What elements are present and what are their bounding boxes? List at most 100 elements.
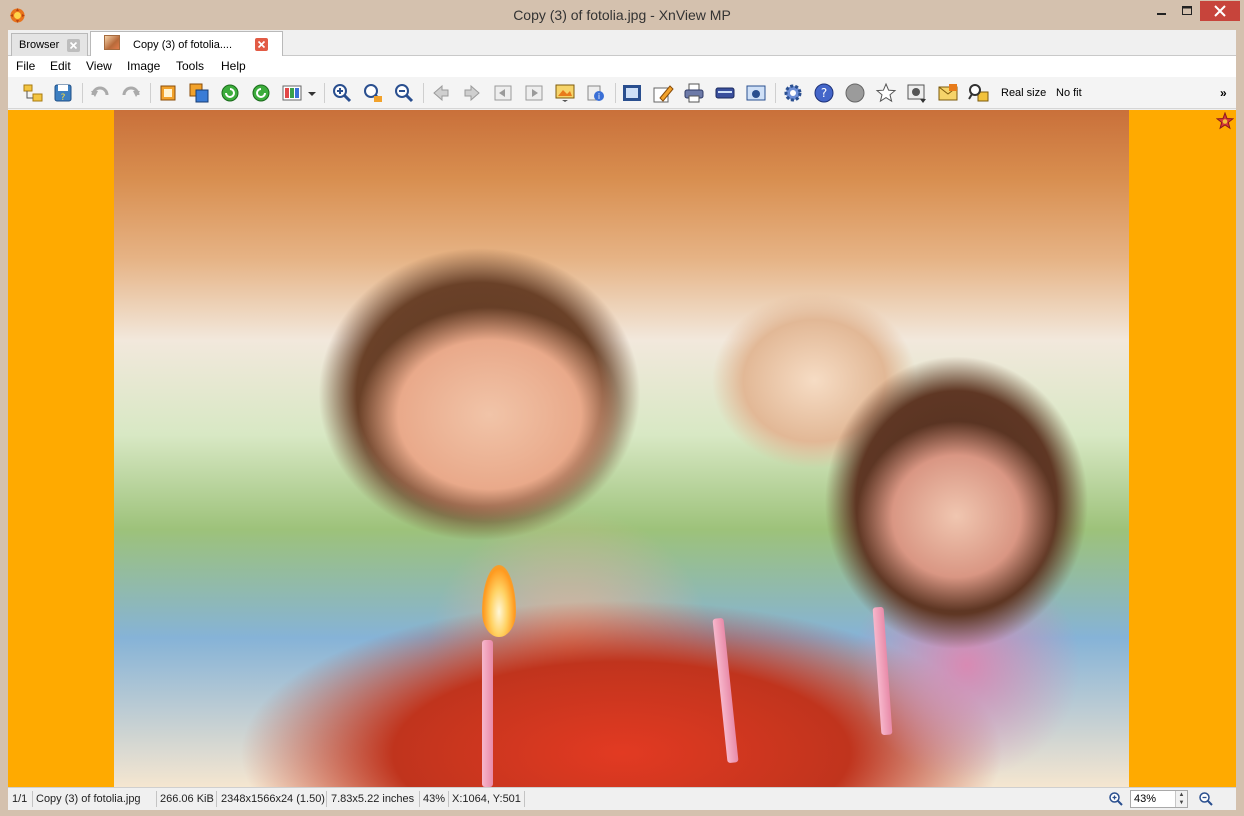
email-icon xyxy=(938,84,958,101)
photo-image[interactable] xyxy=(114,110,1129,787)
settings-button[interactable] xyxy=(782,82,804,104)
tab-browser-label: Browser xyxy=(19,39,60,51)
toolbar-separator xyxy=(82,83,83,103)
camera-icon xyxy=(746,85,766,101)
status-bar: 1/1 Copy (3) of fotolia.jpg 266.06 KiB 2… xyxy=(8,787,1236,810)
menu-help[interactable]: Help xyxy=(221,59,246,73)
help-button[interactable]: ? xyxy=(813,82,835,104)
menu-image[interactable]: Image xyxy=(127,59,160,73)
gear-icon xyxy=(784,84,802,102)
adjust-colors-button[interactable] xyxy=(281,82,303,104)
zoom-spinbox[interactable]: 43% ▲ ▼ xyxy=(1130,790,1188,808)
candle-flame xyxy=(482,565,516,637)
previous-image-button[interactable] xyxy=(430,82,452,104)
tab-image[interactable]: Copy (3) of fotolia.... xyxy=(90,31,283,57)
status-filesize: 266.06 KiB xyxy=(160,793,214,805)
status-cursor-position: X:1064, Y:501 xyxy=(452,793,521,805)
real-size-button[interactable]: Real size xyxy=(1001,87,1046,99)
status-separator xyxy=(448,791,449,807)
menu-file[interactable]: File xyxy=(16,59,35,73)
minimize-icon xyxy=(1157,13,1166,15)
image-properties-button[interactable]: i xyxy=(585,82,607,104)
star-icon xyxy=(875,82,897,103)
close-icon xyxy=(1214,5,1226,17)
save-icon: ? xyxy=(54,84,72,103)
status-separator xyxy=(32,791,33,807)
undo-button[interactable] xyxy=(89,82,111,104)
status-separator xyxy=(419,791,420,807)
last-image-button[interactable] xyxy=(523,82,545,104)
tab-browser-close-icon[interactable] xyxy=(67,39,80,52)
print-button[interactable] xyxy=(683,82,705,104)
redo-button[interactable] xyxy=(120,82,142,104)
set-wallpaper-button[interactable] xyxy=(906,82,928,104)
menu-bar: File Edit View Image Tools Help xyxy=(8,56,1236,77)
tab-browser[interactable]: Browser xyxy=(11,33,88,56)
redo-icon xyxy=(122,86,140,97)
crop-button[interactable] xyxy=(157,82,179,104)
next-image-button[interactable] xyxy=(461,82,483,104)
tab-bar: Browser Copy (3) of fotolia.... xyxy=(8,30,1236,57)
menu-tools[interactable]: Tools xyxy=(176,59,204,73)
zoom-fit-button[interactable] xyxy=(362,82,384,104)
menu-view[interactable]: View xyxy=(86,59,112,73)
send-email-button[interactable] xyxy=(937,82,959,104)
zoom-out-icon xyxy=(395,84,414,103)
pencil-icon xyxy=(653,85,674,103)
zoom-in-icon xyxy=(333,84,352,103)
lock-search-icon xyxy=(968,84,989,102)
minimize-button[interactable] xyxy=(1149,1,1174,21)
toolbar-separator xyxy=(324,83,325,103)
slideshow-icon xyxy=(555,84,575,102)
close-window-button[interactable] xyxy=(1200,1,1240,21)
zoom-out-button[interactable] xyxy=(393,82,415,104)
rotate-right-button[interactable] xyxy=(250,82,272,104)
scan-button[interactable] xyxy=(714,82,736,104)
rating-star-icon xyxy=(1216,112,1234,130)
menu-edit[interactable]: Edit xyxy=(50,59,71,73)
status-dimensions: 2348x1566x24 (1.50) xyxy=(221,793,325,805)
color-label-button[interactable] xyxy=(844,82,866,104)
rating-button[interactable] xyxy=(875,82,897,104)
adjust-colors-dropdown[interactable] xyxy=(306,82,318,104)
maximize-button[interactable] xyxy=(1174,1,1200,21)
zoom-fit-icon xyxy=(364,84,383,103)
image-viewer[interactable] xyxy=(8,110,1236,787)
first-image-button[interactable] xyxy=(492,82,514,104)
browse-folder-button[interactable] xyxy=(22,82,44,104)
rotate-left-button[interactable] xyxy=(219,82,241,104)
status-separator xyxy=(216,791,217,807)
find-button[interactable] xyxy=(968,82,990,104)
tab-image-close-icon[interactable] xyxy=(255,38,268,51)
image-thumbnail-icon xyxy=(104,35,120,50)
status-index: 1/1 xyxy=(12,793,28,805)
zoom-spinbox-arrows[interactable]: ▲ ▼ xyxy=(1175,791,1187,807)
status-separator xyxy=(156,791,157,807)
save-button[interactable]: ? xyxy=(52,82,74,104)
toolbar-more-button[interactable]: » xyxy=(1220,86,1227,100)
rotate-right-icon xyxy=(252,84,270,102)
status-zoom-in-icon[interactable] xyxy=(1108,791,1124,807)
status-zoom: 43% xyxy=(423,793,446,805)
slideshow-button[interactable] xyxy=(554,82,576,104)
status-zoom-out-icon[interactable] xyxy=(1198,791,1214,807)
candle-3 xyxy=(872,606,893,736)
title-bar[interactable]: Copy (3) of fotolia.jpg - XnView MP xyxy=(0,0,1244,30)
undo-icon xyxy=(91,86,109,97)
zoom-spinbox-value[interactable]: 43% xyxy=(1134,793,1156,805)
arrow-right-icon xyxy=(464,84,480,102)
resize-button[interactable] xyxy=(188,82,210,104)
window-title: Copy (3) of fotolia.jpg - XnView MP xyxy=(513,7,731,23)
printer-icon xyxy=(684,83,704,103)
candle-2 xyxy=(712,617,739,764)
color-palette-icon xyxy=(282,85,302,101)
fullscreen-icon xyxy=(623,85,641,101)
fullscreen-button[interactable] xyxy=(621,82,643,104)
svg-text:?: ? xyxy=(61,93,66,103)
edit-button[interactable] xyxy=(652,82,674,104)
no-fit-button[interactable]: No fit xyxy=(1056,87,1082,99)
app-client-area: Browser Copy (3) of fotolia.... File Edi… xyxy=(8,30,1236,810)
zoom-in-button[interactable] xyxy=(331,82,353,104)
capture-button[interactable] xyxy=(745,82,767,104)
candle-1 xyxy=(482,640,493,787)
